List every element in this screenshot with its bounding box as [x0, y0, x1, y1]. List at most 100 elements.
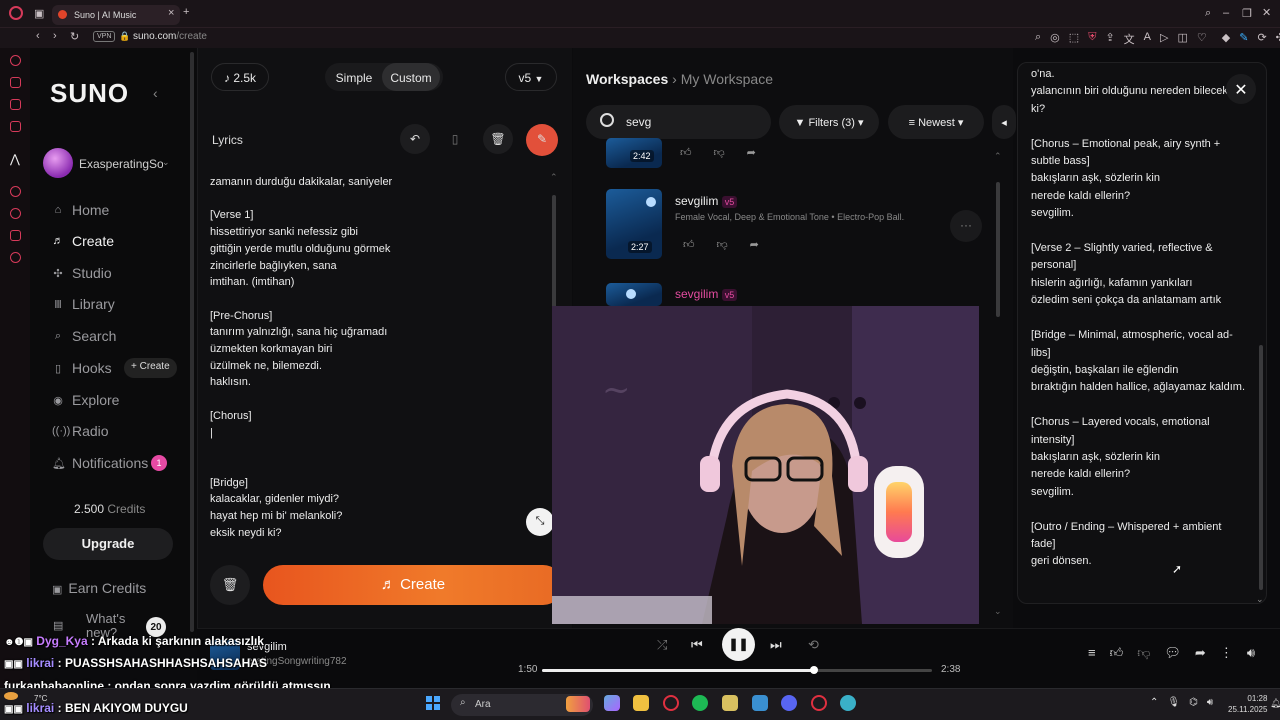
new-tab-icon[interactable]: +: [183, 6, 189, 18]
share-icon[interactable]: ➦: [750, 238, 759, 251]
zoom-icon[interactable]: ⌕: [1035, 31, 1041, 47]
close-window-icon[interactable]: ✕: [1262, 6, 1271, 19]
upgrade-button[interactable]: Upgrade: [43, 528, 173, 560]
workspaces-link[interactable]: Workspaces: [586, 71, 668, 87]
share-icon[interactable]: ➦: [1195, 645, 1206, 661]
back-icon[interactable]: ‹: [36, 30, 40, 42]
pin-icon[interactable]: ◎: [1050, 31, 1060, 47]
delete-draft-button[interactable]: 🗑︎: [210, 565, 250, 605]
share-icon[interactable]: ⇪: [1105, 31, 1114, 47]
pinboard-icon[interactable]: [10, 99, 21, 110]
collapse-sidebar-icon[interactable]: ‹: [153, 85, 158, 101]
pause-button[interactable]: ❚❚: [722, 628, 755, 661]
current-workspace[interactable]: My Workspace: [681, 71, 773, 87]
clear-lyrics-button[interactable]: 🗑︎: [483, 124, 513, 154]
suno-app-icon[interactable]: ⋀: [10, 152, 20, 166]
more-vertical-icon[interactable]: ⋮: [1220, 645, 1233, 661]
earn-credits-link[interactable]: ▣ Earn Credits: [52, 580, 146, 596]
song-thumbnail[interactable]: [606, 283, 662, 306]
weather-icon[interactable]: [4, 692, 18, 700]
workspace-search-input[interactable]: sevg: [586, 105, 771, 139]
previous-icon[interactable]: ⏮︎: [691, 637, 703, 653]
create-button[interactable]: ♬ Create: [263, 565, 563, 605]
tab-list-icon[interactable]: ▣: [34, 7, 44, 20]
shield-icon[interactable]: ⛨: [1088, 31, 1096, 47]
close-lyrics-button[interactable]: ✕: [1226, 74, 1256, 104]
screenshot-icon[interactable]: ⬚: [1069, 31, 1079, 47]
copilot-icon[interactable]: [604, 695, 620, 711]
search-tabs-icon[interactable]: ⌕: [1205, 7, 1211, 20]
undo-button[interactable]: ↶: [400, 124, 430, 154]
lyrics-panel-scrollbar[interactable]: [1259, 345, 1263, 590]
opera-gx-icon[interactable]: [811, 695, 827, 711]
chevron-down-icon[interactable]: ⌄: [162, 157, 170, 168]
suno-logo[interactable]: SUNO: [50, 78, 129, 109]
sidebar-scrollbar[interactable]: [190, 52, 194, 632]
lyrics-textarea[interactable]: zamanın durduğu dakikalar, saniyeler [Ve…: [210, 174, 540, 541]
thumbs-down-icon[interactable]: 👎︎: [1137, 645, 1150, 661]
nav-radio[interactable]: ((·)) Radio: [52, 423, 109, 439]
app-icon-a[interactable]: [722, 695, 738, 711]
extension-b-icon[interactable]: ✎: [1239, 31, 1248, 47]
mode-simple-tab[interactable]: Simple: [330, 63, 378, 91]
hooks-create-button[interactable]: + Create: [124, 358, 177, 378]
song-title[interactable]: sevgilim v5: [675, 194, 738, 208]
filters-button[interactable]: ▼ Filters (3) ▾: [779, 105, 879, 139]
thumbs-up-icon[interactable]: 👍︎: [1110, 645, 1124, 661]
nav-hooks[interactable]: ▯ Hooks: [52, 360, 112, 376]
windows-start-icon[interactable]: [426, 696, 440, 710]
avatar[interactable]: [43, 148, 73, 178]
file-explorer-icon[interactable]: [633, 695, 649, 711]
username[interactable]: ExasperatingSo: [79, 157, 163, 171]
volume-icon[interactable]: 🔊︎: [1247, 645, 1255, 661]
thumbs-up-icon[interactable]: 👍︎: [680, 146, 692, 159]
tab-suno[interactable]: Suno | AI Music: [52, 5, 180, 25]
sort-button[interactable]: ≡ Newest ▾: [888, 105, 984, 139]
song-count-pill[interactable]: ♪ 2.5k: [211, 63, 269, 91]
nav-home[interactable]: ⌂ Home: [52, 202, 110, 218]
mode-custom-tab[interactable]: Custom: [382, 63, 440, 91]
extension-c-icon[interactable]: ⟳: [1257, 31, 1266, 47]
messenger-icon[interactable]: [10, 121, 21, 132]
next-icon[interactable]: ⏭︎: [770, 637, 782, 653]
opera-taskbar-icon[interactable]: [663, 695, 679, 711]
discord-icon[interactable]: [781, 695, 797, 711]
reload-icon[interactable]: ↻: [70, 30, 79, 43]
scroll-down-icon[interactable]: ⌄: [994, 606, 1002, 617]
bookmark-button[interactable]: ▯: [440, 124, 470, 154]
scroll-up-icon[interactable]: ⌃: [994, 151, 1002, 162]
nav-studio[interactable]: ✣ Studio: [52, 265, 111, 281]
send-icon[interactable]: ▷: [1160, 31, 1168, 47]
thumbs-down-icon[interactable]: 👎︎: [714, 146, 725, 159]
network-icon[interactable]: ⌬: [1189, 697, 1198, 708]
magic-wand-button[interactable]: ✎: [526, 124, 558, 156]
forward-icon[interactable]: ›: [53, 30, 57, 42]
extensions-rail-icon[interactable]: [10, 230, 21, 241]
player-icon[interactable]: [10, 186, 21, 197]
nav-create[interactable]: ♬ Create: [52, 233, 115, 249]
speaker-icon[interactable]: 🔊︎: [1207, 697, 1213, 708]
notification-bell-icon[interactable]: 🔔︎: [1270, 698, 1280, 709]
song-title[interactable]: sevgilim v5: [675, 287, 738, 301]
translate-icon[interactable]: 文: [1124, 31, 1135, 47]
tab-close-icon[interactable]: ×: [168, 7, 174, 19]
queue-icon[interactable]: ≡: [1088, 645, 1096, 661]
opera-logo-icon[interactable]: [9, 6, 23, 20]
thumbs-up-icon[interactable]: 👍︎: [683, 238, 695, 251]
minimize-icon[interactable]: –: [1223, 7, 1229, 19]
nav-library[interactable]: Ⅲ Library: [52, 296, 115, 312]
app-icon-c[interactable]: [840, 695, 856, 711]
vpn-badge[interactable]: VPN: [93, 31, 116, 42]
tray-chevron-icon[interactable]: ⌃: [1150, 697, 1158, 708]
expand-lyrics-button[interactable]: ⤡: [526, 508, 554, 536]
spotify-icon[interactable]: [692, 695, 708, 711]
microphone-icon[interactable]: 🎙︎: [1167, 697, 1180, 708]
model-version-select[interactable]: v5 ▼: [505, 63, 557, 91]
thumbs-down-icon[interactable]: 👎︎: [717, 238, 728, 251]
reader-icon[interactable]: A: [1144, 31, 1151, 47]
comment-icon[interactable]: 💬︎: [1164, 645, 1181, 661]
song-more-button[interactable]: ···: [950, 210, 982, 242]
scroll-down-icon[interactable]: ⌄: [1256, 594, 1264, 605]
share-icon[interactable]: ➦: [747, 146, 756, 159]
collapse-workspace-button[interactable]: ◂: [992, 105, 1016, 139]
